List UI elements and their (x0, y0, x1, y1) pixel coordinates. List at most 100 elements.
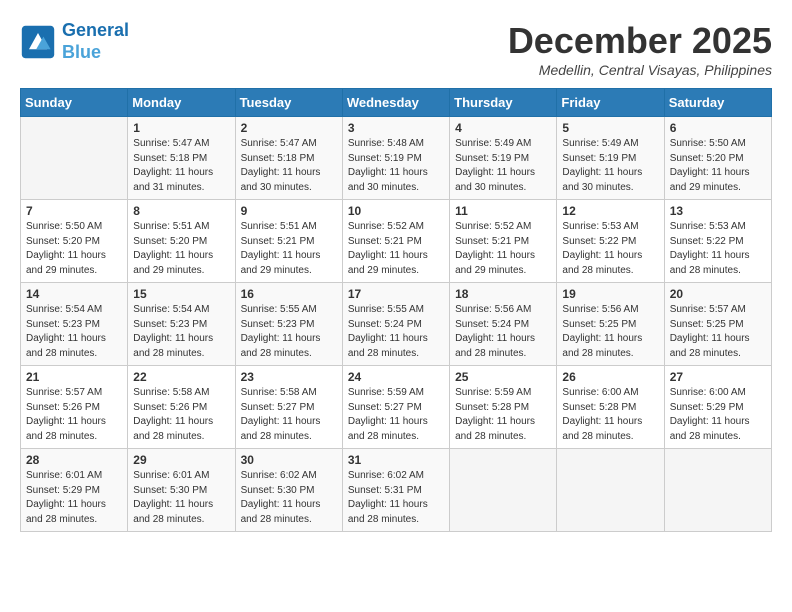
day-info: Sunrise: 5:58 AM Sunset: 5:26 PM Dayligh… (133, 386, 229, 444)
logo-icon (20, 24, 56, 60)
day-number: 14 (26, 287, 122, 301)
day-info: Sunrise: 5:54 AM Sunset: 5:23 PM Dayligh… (26, 303, 122, 361)
calendar-week-row: 21 Sunrise: 5:57 AM Sunset: 5:26 PM Dayli… (21, 366, 772, 449)
calendar-cell: 11Sunrise: 5:52 AM Sunset: 5:21 PM Dayli… (450, 200, 557, 283)
day-info: Sunrise: 6:00 AM Sunset: 5:29 PM Dayligh… (670, 386, 766, 444)
day-info: Sunrise: 5:50 AM Sunset: 5:20 PM Dayligh… (26, 220, 122, 278)
day-info: Sunrise: 6:01 AM Sunset: 5:29 PM Dayligh… (26, 469, 122, 527)
weekday-header-tuesday: Tuesday (235, 89, 342, 117)
weekday-header-row: SundayMondayTuesdayWednesdayThursdayFrid… (21, 89, 772, 117)
day-info: Sunrise: 5:51 AM Sunset: 5:21 PM Dayligh… (241, 220, 337, 278)
weekday-header-wednesday: Wednesday (342, 89, 449, 117)
day-number: 22 (133, 370, 229, 384)
day-info: Sunrise: 5:57 AM Sunset: 5:26 PM Dayligh… (26, 386, 122, 444)
calendar-cell: 13 Sunrise: 5:53 AM Sunset: 5:22 PM Dayli… (664, 200, 771, 283)
calendar-cell: 15 Sunrise: 5:54 AM Sunset: 5:23 PM Dayli… (128, 283, 235, 366)
day-info: Sunrise: 5:55 AM Sunset: 5:24 PM Dayligh… (348, 303, 444, 361)
day-info: Sunrise: 5:59 AM Sunset: 5:28 PM Dayligh… (455, 386, 551, 444)
day-number: 5 (562, 121, 658, 135)
calendar-cell: 30 Sunrise: 6:02 AM Sunset: 5:30 PM Dayli… (235, 449, 342, 532)
day-info: Sunrise: 5:49 AM Sunset: 5:19 PM Dayligh… (562, 137, 658, 195)
calendar-cell: 21 Sunrise: 5:57 AM Sunset: 5:26 PM Dayli… (21, 366, 128, 449)
logo: General Blue (20, 20, 129, 63)
day-number: 15 (133, 287, 229, 301)
weekday-header-thursday: Thursday (450, 89, 557, 117)
calendar-cell: 23Sunrise: 5:58 AM Sunset: 5:27 PM Dayli… (235, 366, 342, 449)
logo-text: General Blue (62, 20, 129, 63)
calendar-week-row: 14 Sunrise: 5:54 AM Sunset: 5:23 PM Dayli… (21, 283, 772, 366)
calendar-cell: 7 Sunrise: 5:50 AM Sunset: 5:20 PM Daylig… (21, 200, 128, 283)
day-number: 3 (348, 121, 444, 135)
day-info: Sunrise: 5:57 AM Sunset: 5:25 PM Dayligh… (670, 303, 766, 361)
day-info: Sunrise: 6:01 AM Sunset: 5:30 PM Dayligh… (133, 469, 229, 527)
calendar-week-row: 1Sunrise: 5:47 AM Sunset: 5:18 PM Daylig… (21, 117, 772, 200)
calendar-week-row: 7 Sunrise: 5:50 AM Sunset: 5:20 PM Daylig… (21, 200, 772, 283)
month-title: December 2025 (508, 20, 772, 62)
calendar-cell (450, 449, 557, 532)
day-number: 17 (348, 287, 444, 301)
calendar-table: SundayMondayTuesdayWednesdayThursdayFrid… (20, 88, 772, 532)
calendar-cell: 22 Sunrise: 5:58 AM Sunset: 5:26 PM Dayli… (128, 366, 235, 449)
calendar-week-row: 28 Sunrise: 6:01 AM Sunset: 5:29 PM Dayli… (21, 449, 772, 532)
calendar-cell: 14 Sunrise: 5:54 AM Sunset: 5:23 PM Dayli… (21, 283, 128, 366)
calendar-cell (21, 117, 128, 200)
calendar-cell: 2Sunrise: 5:47 AM Sunset: 5:18 PM Daylig… (235, 117, 342, 200)
calendar-cell: 18Sunrise: 5:56 AM Sunset: 5:24 PM Dayli… (450, 283, 557, 366)
calendar-cell: 29 Sunrise: 6:01 AM Sunset: 5:30 PM Dayli… (128, 449, 235, 532)
day-number: 30 (241, 453, 337, 467)
calendar-cell: 25 Sunrise: 5:59 AM Sunset: 5:28 PM Dayli… (450, 366, 557, 449)
day-number: 24 (348, 370, 444, 384)
day-info: Sunrise: 5:51 AM Sunset: 5:20 PM Dayligh… (133, 220, 229, 278)
day-number: 6 (670, 121, 766, 135)
day-number: 4 (455, 121, 551, 135)
page-header: General Blue December 2025 Medellin, Cen… (20, 20, 772, 78)
day-number: 29 (133, 453, 229, 467)
day-number: 9 (241, 204, 337, 218)
calendar-cell: 16Sunrise: 5:55 AM Sunset: 5:23 PM Dayli… (235, 283, 342, 366)
title-block: December 2025 Medellin, Central Visayas,… (508, 20, 772, 78)
day-number: 19 (562, 287, 658, 301)
day-number: 16 (241, 287, 337, 301)
day-info: Sunrise: 5:59 AM Sunset: 5:27 PM Dayligh… (348, 386, 444, 444)
day-info: Sunrise: 5:49 AM Sunset: 5:19 PM Dayligh… (455, 137, 551, 195)
calendar-cell: 6 Sunrise: 5:50 AM Sunset: 5:20 PM Daylig… (664, 117, 771, 200)
calendar-cell: 5 Sunrise: 5:49 AM Sunset: 5:19 PM Daylig… (557, 117, 664, 200)
day-info: Sunrise: 5:48 AM Sunset: 5:19 PM Dayligh… (348, 137, 444, 195)
day-number: 21 (26, 370, 122, 384)
day-number: 26 (562, 370, 658, 384)
calendar-cell: 9 Sunrise: 5:51 AM Sunset: 5:21 PM Daylig… (235, 200, 342, 283)
day-number: 23 (241, 370, 337, 384)
day-info: Sunrise: 5:56 AM Sunset: 5:25 PM Dayligh… (562, 303, 658, 361)
weekday-header-monday: Monday (128, 89, 235, 117)
day-info: Sunrise: 5:54 AM Sunset: 5:23 PM Dayligh… (133, 303, 229, 361)
day-info: Sunrise: 5:56 AM Sunset: 5:24 PM Dayligh… (455, 303, 551, 361)
calendar-cell: 28 Sunrise: 6:01 AM Sunset: 5:29 PM Dayli… (21, 449, 128, 532)
calendar-cell (557, 449, 664, 532)
calendar-cell: 4 Sunrise: 5:49 AM Sunset: 5:19 PM Daylig… (450, 117, 557, 200)
calendar-cell (664, 449, 771, 532)
day-number: 11 (455, 204, 551, 218)
calendar-cell: 1Sunrise: 5:47 AM Sunset: 5:18 PM Daylig… (128, 117, 235, 200)
weekday-header-friday: Friday (557, 89, 664, 117)
weekday-header-saturday: Saturday (664, 89, 771, 117)
calendar-cell: 24 Sunrise: 5:59 AM Sunset: 5:27 PM Dayli… (342, 366, 449, 449)
day-number: 10 (348, 204, 444, 218)
day-number: 12 (562, 204, 658, 218)
day-info: Sunrise: 6:02 AM Sunset: 5:30 PM Dayligh… (241, 469, 337, 527)
day-number: 28 (26, 453, 122, 467)
day-number: 7 (26, 204, 122, 218)
location-title: Medellin, Central Visayas, Philippines (508, 62, 772, 78)
calendar-cell: 31 Sunrise: 6:02 AM Sunset: 5:31 PM Dayli… (342, 449, 449, 532)
calendar-cell: 19 Sunrise: 5:56 AM Sunset: 5:25 PM Dayli… (557, 283, 664, 366)
day-number: 27 (670, 370, 766, 384)
day-info: Sunrise: 6:02 AM Sunset: 5:31 PM Dayligh… (348, 469, 444, 527)
day-info: Sunrise: 5:50 AM Sunset: 5:20 PM Dayligh… (670, 137, 766, 195)
calendar-cell: 27 Sunrise: 6:00 AM Sunset: 5:29 PM Dayli… (664, 366, 771, 449)
day-info: Sunrise: 6:00 AM Sunset: 5:28 PM Dayligh… (562, 386, 658, 444)
day-info: Sunrise: 5:53 AM Sunset: 5:22 PM Dayligh… (670, 220, 766, 278)
calendar-cell: 3 Sunrise: 5:48 AM Sunset: 5:19 PM Daylig… (342, 117, 449, 200)
day-number: 20 (670, 287, 766, 301)
day-number: 31 (348, 453, 444, 467)
day-number: 25 (455, 370, 551, 384)
day-number: 13 (670, 204, 766, 218)
